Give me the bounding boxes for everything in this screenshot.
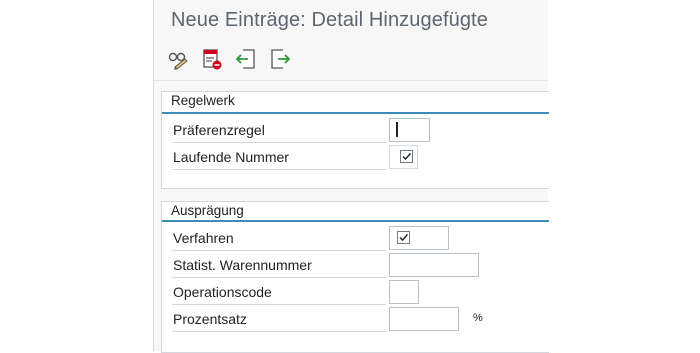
operationscode-input[interactable]: [389, 280, 419, 304]
operationscode-label: Operationscode: [172, 280, 386, 305]
laufende-nummer-checkbox[interactable]: [400, 150, 413, 163]
left-blank-area: [0, 0, 153, 351]
text-cursor: [396, 122, 398, 137]
warennummer-label: Statist. Warennummer: [172, 253, 386, 278]
page-title: Neue Einträge: Detail Hinzugefügte: [171, 9, 488, 31]
toolbar-separator: [154, 80, 548, 81]
prozentsatz-input[interactable]: [389, 307, 459, 331]
group-underline: [162, 112, 549, 114]
glasses-pencil-icon: [166, 47, 190, 76]
next-entry-button[interactable]: [267, 48, 293, 74]
praeferenzregel-label: Präferenzregel: [172, 118, 386, 143]
display-change-button[interactable]: [165, 48, 191, 74]
delete-entry-icon: [200, 47, 224, 76]
next-entry-icon: [268, 47, 292, 76]
group-underline: [162, 220, 549, 222]
prozentsatz-label: Prozentsatz: [172, 307, 386, 332]
verfahren-checkbox[interactable]: [397, 231, 410, 244]
verfahren-label: Verfahren: [172, 226, 386, 251]
warennummer-input[interactable]: [389, 253, 479, 277]
laufende-nummer-label: Laufende Nummer: [172, 145, 386, 170]
previous-entry-icon: [234, 47, 258, 76]
group-title-auspraegung: Ausprägung: [171, 203, 244, 218]
previous-entry-button[interactable]: [233, 48, 259, 74]
percent-unit: %: [473, 312, 483, 324]
delete-button[interactable]: [199, 48, 225, 74]
toolbar: [165, 48, 293, 76]
group-title-regelwerk: Regelwerk: [171, 93, 235, 108]
